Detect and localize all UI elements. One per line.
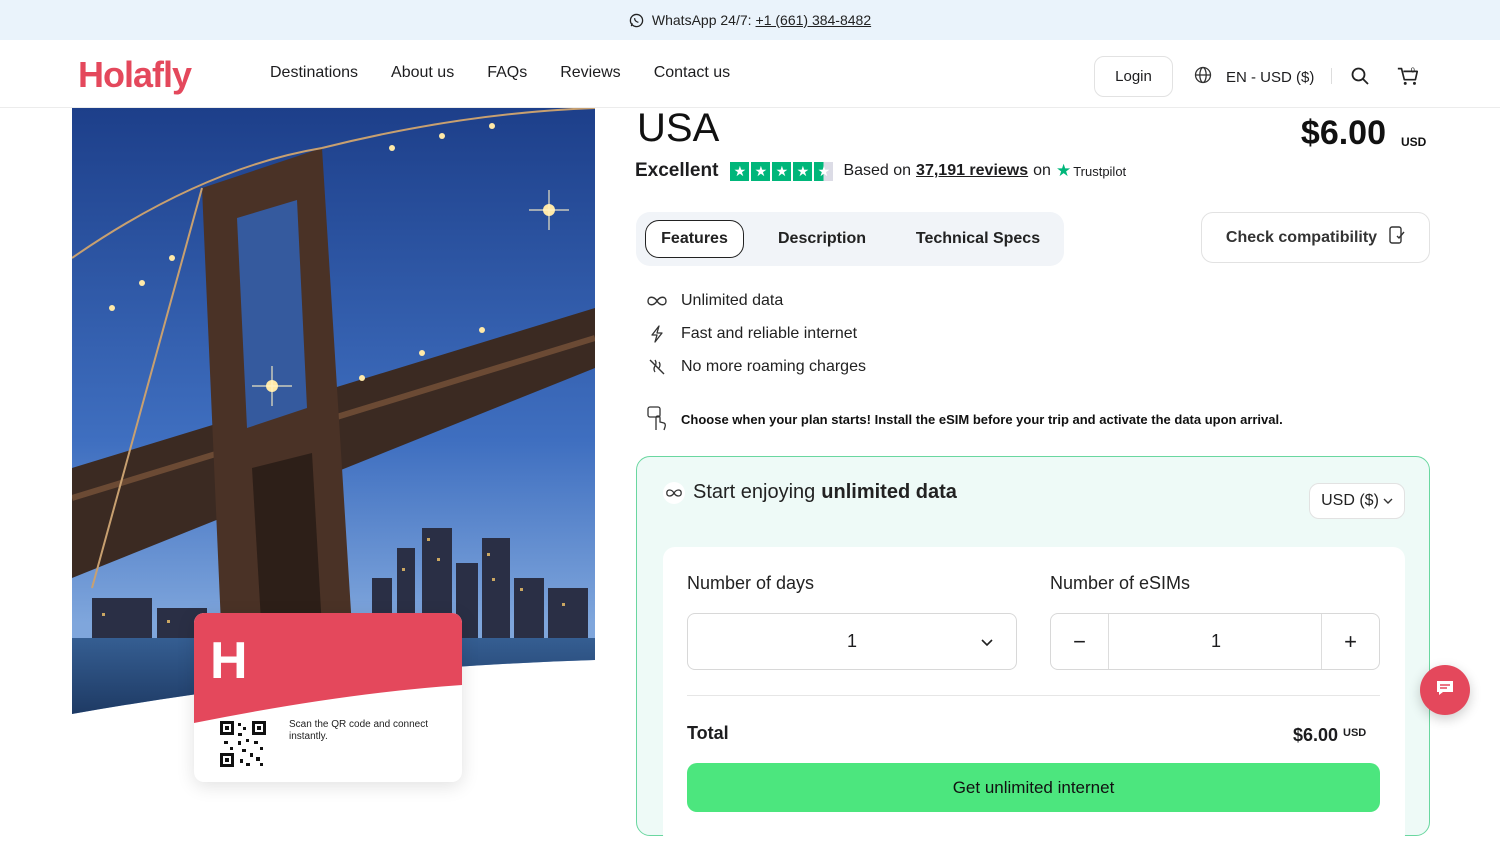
nav-link-reviews[interactable]: Reviews xyxy=(560,64,620,82)
svg-text:0: 0 xyxy=(1411,65,1415,74)
holafly-mark: H xyxy=(210,632,248,690)
top-contact-bar: WhatsApp 24/7: +1 (661) 384-8482 xyxy=(0,0,1500,40)
globe-icon xyxy=(1194,66,1212,88)
total-value: $6.00 xyxy=(1293,725,1339,745)
price-currency: USD xyxy=(1401,135,1427,149)
check-compatibility-button[interactable]: Check compatibility xyxy=(1201,212,1430,263)
tab-description[interactable]: Description xyxy=(764,220,880,258)
days-select[interactable]: 1 xyxy=(687,613,1017,670)
whatsapp-phone-link[interactable]: +1 (661) 384-8482 xyxy=(756,12,872,28)
phone-check-icon xyxy=(1389,226,1405,249)
no-roaming-icon xyxy=(646,357,668,377)
login-button[interactable]: Login xyxy=(1094,56,1173,97)
feature-text: No more roaming charges xyxy=(681,357,866,375)
feature-list: Unlimited data Fast and reliable interne… xyxy=(646,284,866,383)
language-label: EN - USD ($) xyxy=(1226,68,1315,86)
notice-text: Choose when your plan starts! Install th… xyxy=(681,411,1283,427)
check-compatibility-label: Check compatibility xyxy=(1225,228,1378,246)
esims-label: Number of eSIMs xyxy=(1050,573,1191,593)
tab-technical-specs[interactable]: Technical Specs xyxy=(904,220,1052,258)
search-icon[interactable] xyxy=(1348,64,1372,88)
divider xyxy=(687,695,1380,696)
booking-panel: Start enjoying unlimited data USD ($) Nu… xyxy=(636,456,1430,847)
currency-select[interactable]: USD ($) xyxy=(1309,483,1405,519)
chevron-down-icon xyxy=(980,632,994,653)
currency-label: USD ($) xyxy=(1321,492,1379,509)
chat-bubble-icon xyxy=(1435,679,1455,702)
holafly-logo[interactable]: Holafly xyxy=(78,54,192,96)
main-navigation: Holafly Destinations About us FAQs Revie… xyxy=(0,40,1500,108)
rating-label: Excellent xyxy=(635,160,719,181)
rating-based-on: Based on xyxy=(843,162,912,179)
total-currency: USD xyxy=(1343,727,1367,739)
booking-form: Number of days Number of eSIMs 1 − 1 + T… xyxy=(663,547,1405,847)
nav-link-faqs[interactable]: FAQs xyxy=(487,64,527,82)
nav-divider xyxy=(1331,68,1332,84)
infinity-icon xyxy=(646,291,668,311)
product-tabs: Features Description Technical Specs xyxy=(636,212,1064,266)
star-icon: ★ xyxy=(772,161,792,181)
scan-qr-text: Scan the QR code and connect instantly. xyxy=(289,719,428,742)
feature-text: Unlimited data xyxy=(681,291,784,309)
qr-code-icon xyxy=(220,721,266,767)
get-unlimited-internet-button[interactable]: Get unlimited internet xyxy=(687,763,1380,812)
feature-item: Fast and reliable internet xyxy=(646,317,866,350)
increment-button[interactable]: + xyxy=(1321,614,1379,669)
product-title: USA xyxy=(637,106,720,150)
booking-heading-bold: unlimited data xyxy=(821,481,957,503)
days-label: Number of days xyxy=(687,573,815,593)
total-label: Total xyxy=(687,723,729,743)
trustpilot-rating: Excellent ★ ★ ★ ★ ★ Based on 37,191 revi… xyxy=(635,160,1126,182)
nav-link-about-us[interactable]: About us xyxy=(391,64,454,82)
rating-on: on xyxy=(1033,162,1051,179)
half-star-icon: ★ xyxy=(814,161,834,181)
esims-stepper: − 1 + xyxy=(1050,613,1380,670)
tap-phone-icon xyxy=(646,406,668,432)
star-icon: ★ xyxy=(730,161,750,181)
esims-value[interactable]: 1 xyxy=(1109,614,1323,669)
whatsapp-label: WhatsApp 24/7: xyxy=(651,12,752,28)
days-value: 1 xyxy=(846,631,857,651)
trustpilot-star-icon: ★ xyxy=(1055,161,1072,180)
feature-item: Unlimited data xyxy=(646,284,866,317)
booking-heading: Start enjoying unlimited data xyxy=(663,481,957,504)
chevron-down-icon xyxy=(1383,492,1393,510)
nav-link-contact-us[interactable]: Contact us xyxy=(654,64,730,82)
reviews-link[interactable]: 37,191 reviews xyxy=(916,162,1028,180)
feature-item: No more roaming charges xyxy=(646,350,866,383)
decrement-button[interactable]: − xyxy=(1051,614,1109,669)
chat-button[interactable] xyxy=(1420,665,1470,715)
lightning-icon xyxy=(646,324,668,344)
star-icon: ★ xyxy=(751,161,771,181)
trustpilot-label: Trustpilot xyxy=(1073,163,1127,179)
whatsapp-icon xyxy=(629,13,644,28)
activation-notice: Choose when your plan starts! Install th… xyxy=(646,406,1283,432)
star-icon: ★ xyxy=(793,161,813,181)
nav-link-destinations[interactable]: Destinations xyxy=(270,64,358,82)
language-selector[interactable]: EN - USD ($) xyxy=(1194,66,1314,88)
booking-heading-prefix: Start enjoying xyxy=(693,481,816,503)
feature-text: Fast and reliable internet xyxy=(681,324,858,342)
cart-icon[interactable]: 0 xyxy=(1396,64,1420,88)
infinity-icon xyxy=(663,481,685,504)
tab-features[interactable]: Features xyxy=(645,220,744,258)
nav-links: Destinations About us FAQs Reviews Conta… xyxy=(270,64,730,82)
product-price: $6.00 xyxy=(1300,114,1386,152)
rating-stars: ★ ★ ★ ★ ★ xyxy=(730,161,834,181)
esim-card: H Scan the QR code and connect instantly… xyxy=(194,613,462,782)
